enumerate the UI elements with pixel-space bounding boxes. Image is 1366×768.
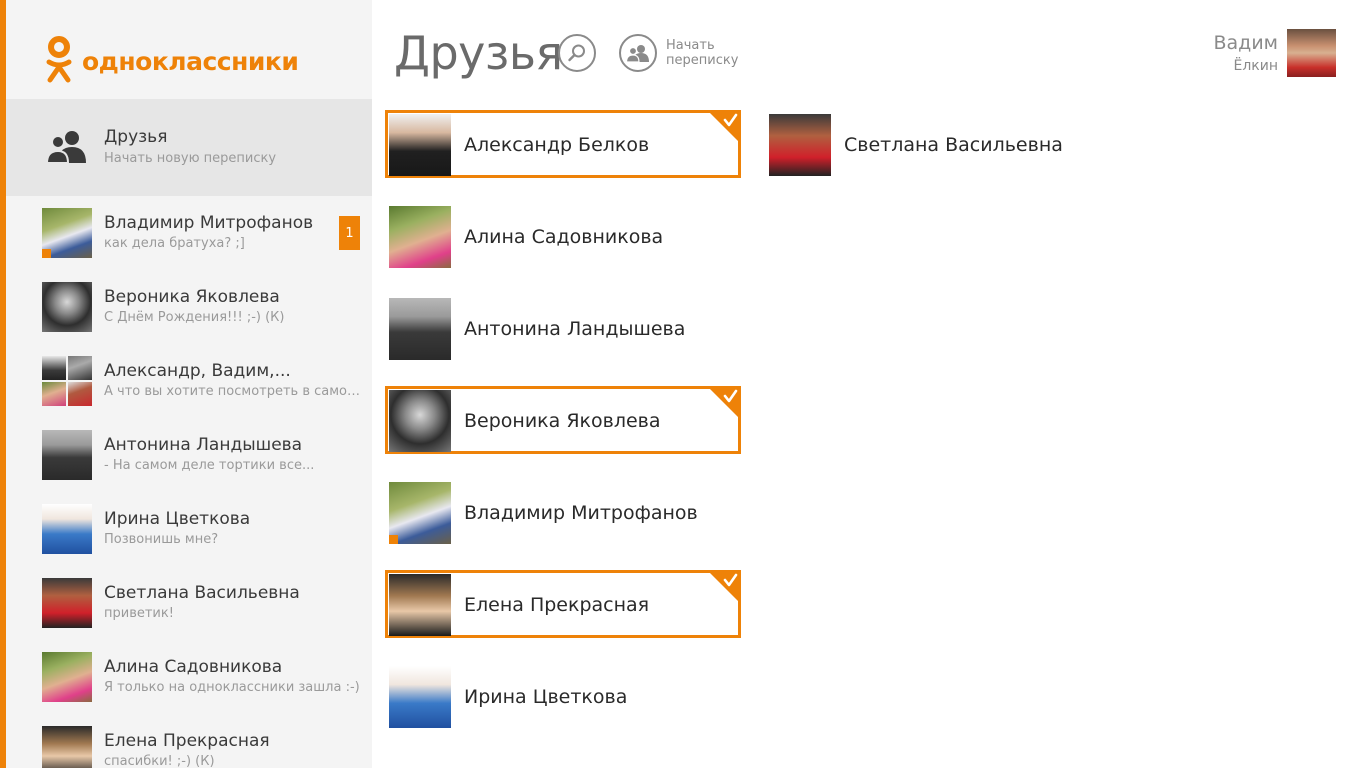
online-indicator bbox=[42, 249, 51, 258]
search-icon bbox=[568, 44, 585, 62]
friend-tile[interactable]: Елена Прекрасная bbox=[385, 570, 741, 638]
group-avatar bbox=[42, 356, 92, 406]
chat-name: Вероника Яковлева bbox=[104, 287, 280, 307]
friend-name: Елена Прекрасная bbox=[464, 594, 650, 616]
new-chat-label[interactable]: Начать переписку bbox=[666, 38, 746, 68]
friend-tile[interactable]: Ирина Цветкова bbox=[385, 662, 741, 730]
user-avatar[interactable] bbox=[1287, 29, 1336, 77]
chat-item[interactable]: Ирина Цветкова Позвонишь мне? bbox=[6, 494, 372, 568]
chat-name: Елена Прекрасная bbox=[104, 731, 270, 751]
avatar bbox=[42, 578, 92, 628]
chat-name: Антонина Ландышева bbox=[104, 435, 303, 455]
avatar bbox=[42, 208, 92, 258]
friend-name: Ирина Цветкова bbox=[464, 686, 628, 708]
group-chat-icon bbox=[626, 45, 649, 63]
friend-photo bbox=[769, 114, 831, 176]
chat-item[interactable]: Вероника Яковлева С Днём Рождения!!! ;-)… bbox=[6, 272, 372, 346]
chat-name: Владимир Митрофанов bbox=[104, 213, 314, 233]
friend-photo bbox=[389, 482, 451, 544]
app-logo[interactable]: одноклассники bbox=[44, 36, 299, 86]
chat-name: Алина Садовникова bbox=[104, 657, 283, 677]
avatar bbox=[42, 382, 66, 406]
user-last-name[interactable]: Ёлкин bbox=[1233, 58, 1278, 74]
chat-last-message: спасибки! ;-) (К) bbox=[104, 754, 215, 768]
chat-last-message: Я только на одноклассники зашла :-) bbox=[104, 680, 360, 695]
user-first-name[interactable]: Вадим bbox=[1214, 32, 1279, 54]
friend-tile[interactable]: Алина Садовникова bbox=[385, 202, 741, 270]
friend-name: Светлана Васильевна bbox=[844, 134, 1063, 156]
chat-last-message: - На самом деле тортики все... bbox=[104, 458, 315, 473]
avatar bbox=[42, 356, 66, 380]
avatar bbox=[42, 430, 92, 480]
new-chat-label-line2: переписку bbox=[666, 53, 739, 68]
friend-name: Вероника Яковлева bbox=[464, 410, 661, 432]
new-chat-label-line1: Начать bbox=[666, 38, 715, 53]
avatar bbox=[42, 726, 92, 768]
chat-name: Ирина Цветкова bbox=[104, 509, 251, 529]
friends-nav-title: Друзья bbox=[104, 127, 168, 147]
friend-photo bbox=[389, 206, 451, 268]
avatar bbox=[42, 504, 92, 554]
people-icon bbox=[46, 131, 86, 164]
friends-nav-subtitle: Начать новую переписку bbox=[104, 151, 277, 166]
chat-last-message: как дела братуха? ;] bbox=[104, 236, 245, 251]
selected-check-icon bbox=[707, 570, 741, 604]
friend-photo bbox=[389, 666, 451, 728]
friend-tile[interactable]: Светлана Васильевна bbox=[765, 110, 1121, 178]
chat-item[interactable]: Александр, Вадим,... А что вы хотите пос… bbox=[6, 346, 372, 420]
friend-tile[interactable]: Вероника Яковлева bbox=[385, 386, 741, 454]
chat-last-message: приветик! bbox=[104, 606, 174, 621]
odnoklassniki-logo-icon bbox=[46, 36, 72, 83]
logo-text: одноклассники bbox=[82, 46, 299, 76]
chat-item[interactable]: Алина Садовникова Я только на одноклассн… bbox=[6, 642, 372, 716]
avatar bbox=[68, 356, 92, 380]
friend-name: Александр Белков bbox=[464, 134, 650, 156]
chat-item[interactable]: Антонина Ландышева - На самом деле торти… bbox=[6, 420, 372, 494]
unread-badge: 1 bbox=[339, 216, 360, 250]
sidebar: одноклассники Друзья Начать новую перепи… bbox=[6, 0, 372, 768]
friend-photo bbox=[389, 298, 451, 360]
friend-name: Алина Садовникова bbox=[464, 226, 664, 248]
chat-item[interactable]: Елена Прекрасная спасибки! ;-) (К) bbox=[6, 716, 372, 768]
friend-name: Антонина Ландышева bbox=[464, 318, 686, 340]
new-chat-button[interactable] bbox=[619, 34, 657, 72]
chat-last-message: Позвонишь мне? bbox=[104, 532, 219, 547]
selected-check-icon bbox=[707, 386, 741, 420]
avatar bbox=[42, 282, 92, 332]
page-title: Друзья bbox=[394, 26, 563, 80]
selected-check-icon bbox=[707, 110, 741, 144]
chat-name: Светлана Васильевна bbox=[104, 583, 300, 603]
friend-photo bbox=[389, 574, 451, 636]
chat-list: Владимир Митрофанов как дела братуха? ;]… bbox=[6, 198, 372, 768]
friend-photo bbox=[389, 390, 451, 452]
avatar bbox=[68, 382, 92, 406]
search-button[interactable] bbox=[558, 34, 596, 72]
chat-name: Александр, Вадим,... bbox=[104, 361, 291, 381]
friend-tile[interactable]: Антонина Ландышева bbox=[385, 294, 741, 362]
avatar bbox=[42, 652, 92, 702]
friend-photo bbox=[389, 114, 451, 176]
friend-tile[interactable]: Александр Белков bbox=[385, 110, 741, 178]
friend-name: Владимир Митрофанов bbox=[464, 502, 698, 524]
chat-item[interactable]: Светлана Васильевна приветик! bbox=[6, 568, 372, 642]
chat-last-message: С Днём Рождения!!! ;-) (К) bbox=[104, 310, 285, 325]
chat-last-message: А что вы хотите посмотреть в самом... bbox=[104, 384, 362, 399]
online-indicator bbox=[389, 535, 398, 544]
friends-nav-item[interactable]: Друзья Начать новую переписку bbox=[6, 99, 372, 196]
friend-tile[interactable]: Владимир Митрофанов bbox=[385, 478, 741, 546]
chat-item[interactable]: Владимир Митрофанов как дела братуха? ;]… bbox=[6, 198, 372, 272]
